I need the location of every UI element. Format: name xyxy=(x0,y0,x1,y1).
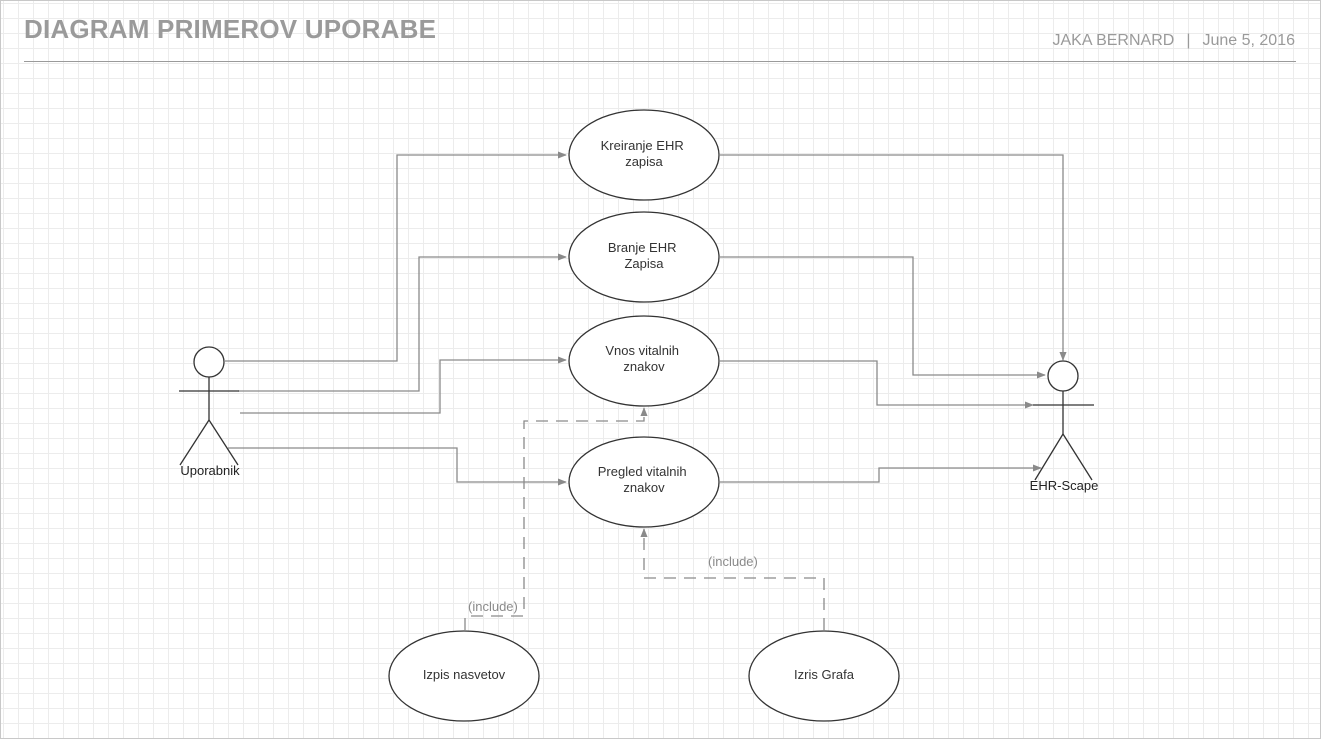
connector-user-enter xyxy=(240,356,567,414)
actor-user-label: Uporabnik xyxy=(180,463,240,478)
actor-system-leg-left xyxy=(1034,433,1064,481)
use-case-print-advice-label: Izpis nasvetov xyxy=(423,667,506,682)
label-line: znakov xyxy=(623,359,665,374)
include-connector-draw-graph xyxy=(640,528,825,630)
use-case-draw-graph-label: Izris Grafa xyxy=(794,667,855,682)
label-line: znakov xyxy=(623,480,665,495)
connector-user-create xyxy=(225,151,567,362)
label-line: zapisa xyxy=(625,154,663,169)
actor-user-leg-right xyxy=(208,419,239,466)
label-line: Izpis nasvetov xyxy=(423,667,506,682)
include-label-left: (include) xyxy=(468,599,518,614)
actor-user-leg-left xyxy=(179,419,210,466)
label-line: Izris Grafa xyxy=(794,667,855,682)
label-line: Kreiranje EHR xyxy=(601,138,684,153)
connector-enter-system xyxy=(720,360,1034,409)
actor-user-head xyxy=(193,346,225,378)
connector-read-system xyxy=(720,256,1046,379)
label-line: Vnos vitalnih xyxy=(605,343,679,358)
connector-view-system xyxy=(720,464,1042,483)
actor-system-leg-right xyxy=(1062,433,1093,481)
actor-system-label: EHR-Scape xyxy=(1030,478,1099,493)
connector-user-read xyxy=(238,253,567,392)
use-case-diagram: (include) (include) Kreiranje EHR zapisa… xyxy=(179,109,1099,722)
include-label-right: (include) xyxy=(708,554,758,569)
label-line: Pregled vitalnih xyxy=(598,464,687,479)
actor-user[interactable] xyxy=(179,346,239,466)
connector-user-view xyxy=(228,447,567,486)
label-line: Branje EHR xyxy=(608,240,677,255)
actor-system[interactable] xyxy=(1033,360,1094,481)
actor-system-head xyxy=(1047,360,1079,392)
label-line: Zapisa xyxy=(624,256,664,271)
